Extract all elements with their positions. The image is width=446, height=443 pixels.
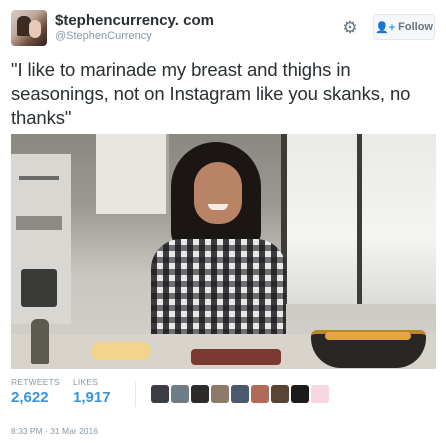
liker-avatar[interactable] — [231, 385, 249, 403]
retweets-label: RETWEETS — [11, 377, 60, 387]
liker-avatar[interactable] — [251, 385, 269, 403]
liker-avatar[interactable] — [271, 385, 289, 403]
follow-label: Follow — [398, 21, 433, 33]
likes-count: 1,917 — [73, 389, 111, 406]
liker-avatar[interactable] — [151, 385, 169, 403]
liker-avatar[interactable] — [311, 385, 329, 403]
tweet-header: $tephencurrency. com @StephenCurrency ⚙ … — [11, 10, 436, 46]
tweet-media-image[interactable] — [11, 134, 436, 369]
retweets-count: 2,622 — [11, 389, 49, 406]
liker-avatar[interactable] — [171, 385, 189, 403]
follow-button[interactable]: 👤+ Follow — [373, 14, 435, 40]
tweet-stats: RETWEETS 2,622 LIKES 1,917 — [11, 377, 436, 411]
likes-stat[interactable]: LIKES 1,917 — [73, 377, 111, 406]
user-handle[interactable]: @StephenCurrency — [55, 30, 214, 43]
user-names: $tephencurrency. com @StephenCurrency — [55, 12, 214, 43]
liker-avatar[interactable] — [211, 385, 229, 403]
tweet-text: "I like to marinade my breast and thighs… — [11, 59, 411, 128]
gear-icon[interactable]: ⚙ — [339, 17, 361, 39]
liker-avatar[interactable] — [191, 385, 209, 403]
display-name[interactable]: $tephencurrency. com — [55, 12, 214, 30]
tweet-timestamp[interactable]: 8:33 PM - 31 Mar 2016 — [11, 426, 98, 436]
liker-avatars — [151, 385, 329, 403]
likes-label: LIKES — [73, 377, 99, 387]
person-plus-icon: 👤+ — [375, 21, 396, 34]
user-avatar[interactable] — [11, 10, 47, 46]
retweets-stat[interactable]: RETWEETS 2,622 — [11, 377, 60, 406]
liker-avatar[interactable] — [291, 385, 309, 403]
stats-divider — [135, 381, 136, 407]
